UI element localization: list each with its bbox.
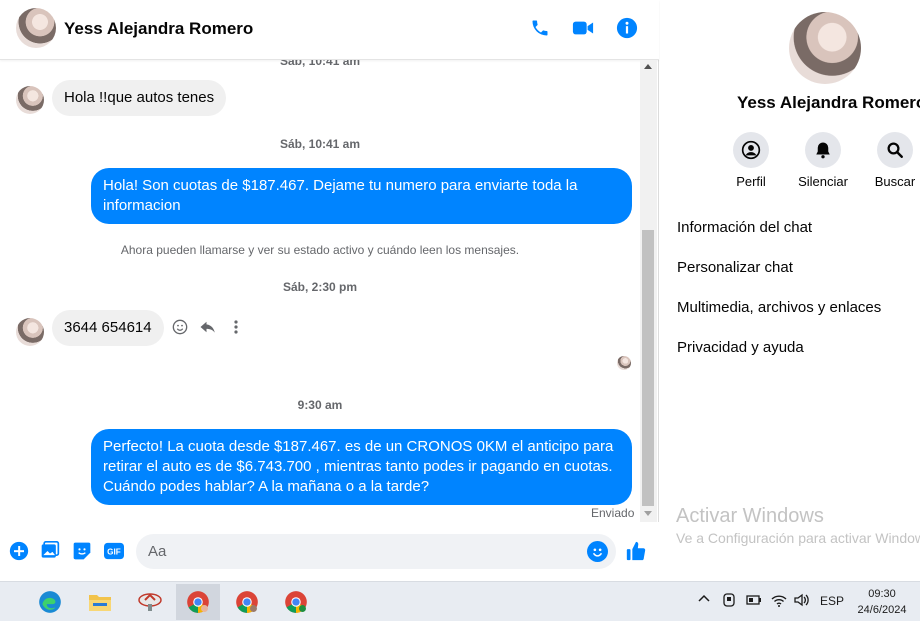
info-icon[interactable] <box>615 16 639 40</box>
video-call-icon[interactable] <box>571 16 595 40</box>
system-note: Ahora pueden llamarse y ver su estado ac… <box>120 243 520 257</box>
volume-icon[interactable] <box>793 592 811 611</box>
clock-date: 24/6/2024 <box>857 604 907 616</box>
activate-windows-subtitle: Ve a Configuración para activar Windows. <box>676 530 920 546</box>
emoji-icon[interactable] <box>587 541 608 562</box>
profile-icon[interactable] <box>733 132 769 168</box>
meet-now-icon[interactable] <box>721 592 737 611</box>
clock-time: 09:30 <box>868 588 896 600</box>
taskbar: ESP 09:30 24/6/2024 <box>0 581 920 621</box>
scroll-up-arrow[interactable] <box>644 64 652 69</box>
bell-icon[interactable] <box>805 132 841 168</box>
language-indicator[interactable]: ESP <box>820 594 844 608</box>
partial-timestamp: Sáb, 10:41 am <box>280 60 361 68</box>
svg-text:GIF: GIF <box>107 548 121 557</box>
messenger-app: Yess Alejandra Romero Sáb, 10:41 am Hola… <box>0 0 920 581</box>
menu-item-customize-chat[interactable]: Personalizar chat <box>677 259 793 276</box>
profile-name: Yess Alejandra Romero <box>737 93 920 112</box>
gif-icon[interactable]: GIF <box>103 540 125 562</box>
mute-label: Silenciar <box>798 174 848 189</box>
conversation-info-panel: Yess Alejandra Romero Perfil Silenciar B… <box>660 0 920 581</box>
battery-icon[interactable] <box>745 592 763 611</box>
reply-icon[interactable] <box>198 317 218 337</box>
message-avatar[interactable] <box>16 86 44 114</box>
profile-label: Perfil <box>736 174 766 189</box>
chrome-profile-icon[interactable] <box>225 584 269 620</box>
profile-avatar[interactable] <box>789 12 861 84</box>
image-icon[interactable] <box>39 540 61 562</box>
message-input[interactable] <box>148 534 568 569</box>
thumbs-up-icon[interactable] <box>625 540 647 562</box>
chat-pane: Yess Alejandra Romero Sáb, 10:41 am Hola… <box>0 0 659 581</box>
message-list[interactable]: Sáb, 10:41 am Hola !!que autos tenes Sáb… <box>0 60 640 522</box>
menu-item-privacy-help[interactable]: Privacidad y ayuda <box>677 339 804 356</box>
react-icon[interactable] <box>170 317 190 337</box>
mute-button[interactable]: Silenciar <box>788 132 858 189</box>
contact-avatar[interactable] <box>16 8 56 48</box>
timestamp: Sáb, 10:41 am <box>279 137 361 151</box>
search-button[interactable]: Buscar <box>860 132 920 189</box>
phone-call-icon[interactable] <box>528 16 552 40</box>
wifi-icon[interactable] <box>770 592 788 611</box>
scroll-thumb[interactable] <box>642 230 654 506</box>
seen-avatar <box>617 356 631 370</box>
menu-item-media-files-links[interactable]: Multimedia, archivos y enlaces <box>677 299 881 316</box>
scrollbar[interactable] <box>640 60 657 522</box>
incoming-message[interactable]: Hola !!que autos tenes <box>52 80 227 116</box>
file-explorer-icon[interactable] <box>78 584 122 620</box>
outgoing-message[interactable]: Hola! Son cuotas de $187.467. Dejame tu … <box>91 168 632 224</box>
menu-item-chat-info[interactable]: Información del chat <box>677 219 812 236</box>
activate-windows-title: Activar Windows <box>676 505 824 527</box>
profile-button[interactable]: Perfil <box>716 132 786 189</box>
timestamp: 9:30 am <box>297 398 343 412</box>
outgoing-message[interactable]: Perfecto! La cuota desde $187.467. es de… <box>91 429 632 505</box>
edge-browser-icon[interactable] <box>28 584 72 620</box>
composer: GIF <box>0 522 659 581</box>
task-view-icon[interactable] <box>0 584 6 620</box>
message-avatar[interactable] <box>16 318 44 346</box>
timestamp: Sáb, 2:30 pm <box>282 280 358 294</box>
chrome-icon[interactable] <box>176 584 220 620</box>
search-icon[interactable] <box>877 132 913 168</box>
more-options-icon[interactable] <box>226 317 246 337</box>
app-icon[interactable] <box>128 584 172 620</box>
taskbar-clock[interactable]: 09:30 24/6/2024 <box>852 586 912 618</box>
chevron-up-icon[interactable] <box>697 592 711 609</box>
scroll-down-arrow[interactable] <box>644 511 652 516</box>
contact-name[interactable]: Yess Alejandra Romero <box>64 19 253 39</box>
sticker-icon[interactable] <box>71 540 93 562</box>
message-input-box[interactable] <box>136 534 616 569</box>
search-label: Buscar <box>874 174 916 189</box>
chat-header: Yess Alejandra Romero <box>0 0 659 60</box>
plus-icon[interactable] <box>8 540 30 562</box>
sent-status: Enviado <box>591 506 635 520</box>
chrome-profile-icon[interactable] <box>274 584 318 620</box>
incoming-message[interactable]: 3644 654614 <box>52 310 164 346</box>
